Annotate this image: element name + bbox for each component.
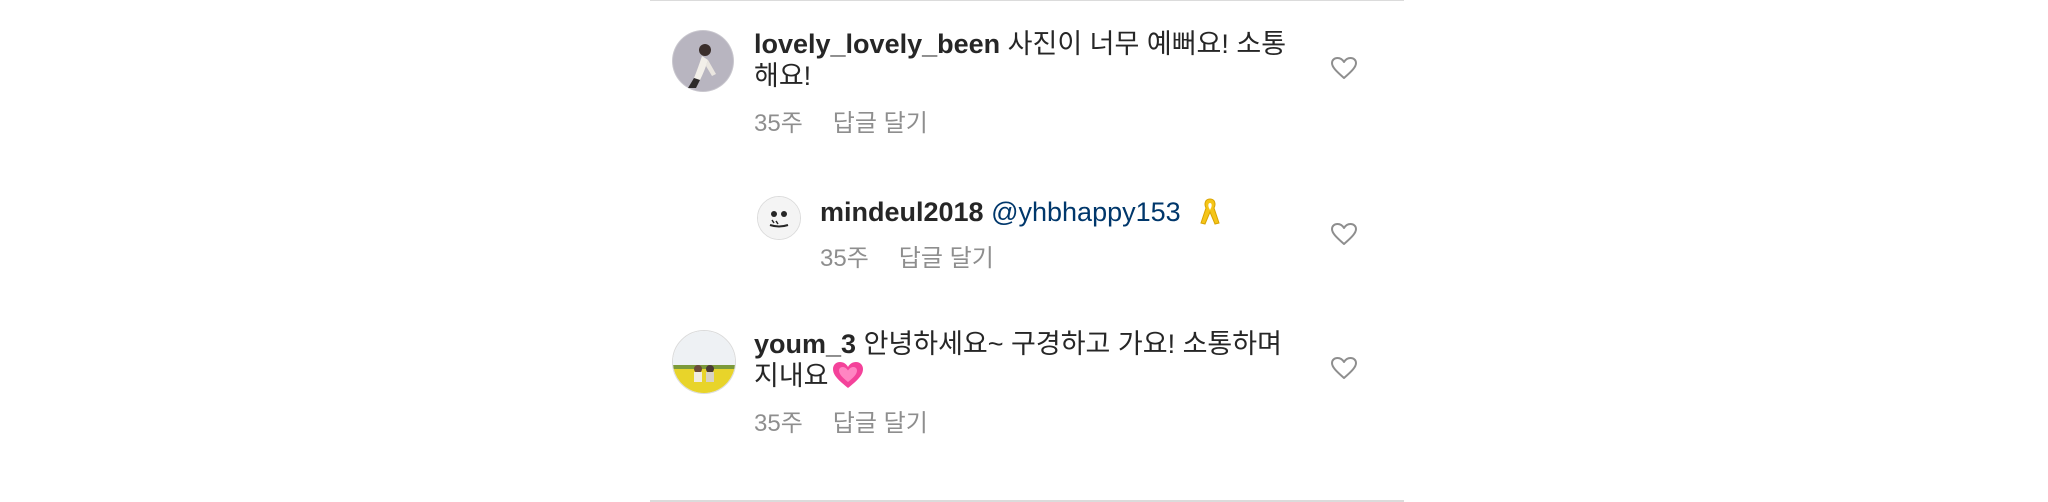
comment-text: lovely_lovely_been 사진이 너무 예뻐요! 소통 해요! [754,28,1314,92]
avatar[interactable] [757,196,801,240]
avatar[interactable] [672,30,734,92]
comment-time[interactable]: 35주 [820,245,869,272]
comment-meta: 35주 답글 달기 [754,109,928,139]
mention-link[interactable]: @yhbhappy153 [991,197,1181,227]
comment-body: 안녕하세요~ 구경하고 가요! 소통하며 [863,329,1282,359]
comment-body-continued: 해요! [754,61,812,91]
heart-outline-icon[interactable] [1330,356,1358,380]
yellow-ribbon-emoji [1198,196,1222,233]
top-divider [650,0,1404,1]
comment-username[interactable]: lovely_lovely_been [754,29,1000,59]
comment-username[interactable]: mindeul2018 [820,197,984,227]
comment-meta: 35주 답글 달기 [820,244,994,274]
comment-meta: 35주 답글 달기 [754,409,928,439]
comment-time[interactable]: 35주 [754,110,803,137]
comment-text: mindeul2018 @yhbhappy153 [820,196,1222,233]
avatar[interactable] [672,330,736,394]
comment-time[interactable]: 35주 [754,410,803,437]
comment-body: 사진이 너무 예뻐요! 소통 [1007,29,1287,59]
reply-button[interactable]: 답글 달기 [833,410,928,437]
comments-panel: lovely_lovely_been 사진이 너무 예뻐요! 소통 해요! 35… [650,0,1404,502]
comment-username[interactable]: youm_3 [754,329,856,359]
heart-outline-icon[interactable] [1330,56,1358,80]
reply-button[interactable]: 답글 달기 [833,110,928,137]
comment-body-continued: 지내요 [754,361,829,391]
growing-heart-emoji [831,360,865,397]
comment-text: youm_3 안녕하세요~ 구경하고 가요! 소통하며 지내요 [754,328,1314,397]
reply-button[interactable]: 답글 달기 [899,245,994,272]
heart-outline-icon[interactable] [1330,222,1358,246]
